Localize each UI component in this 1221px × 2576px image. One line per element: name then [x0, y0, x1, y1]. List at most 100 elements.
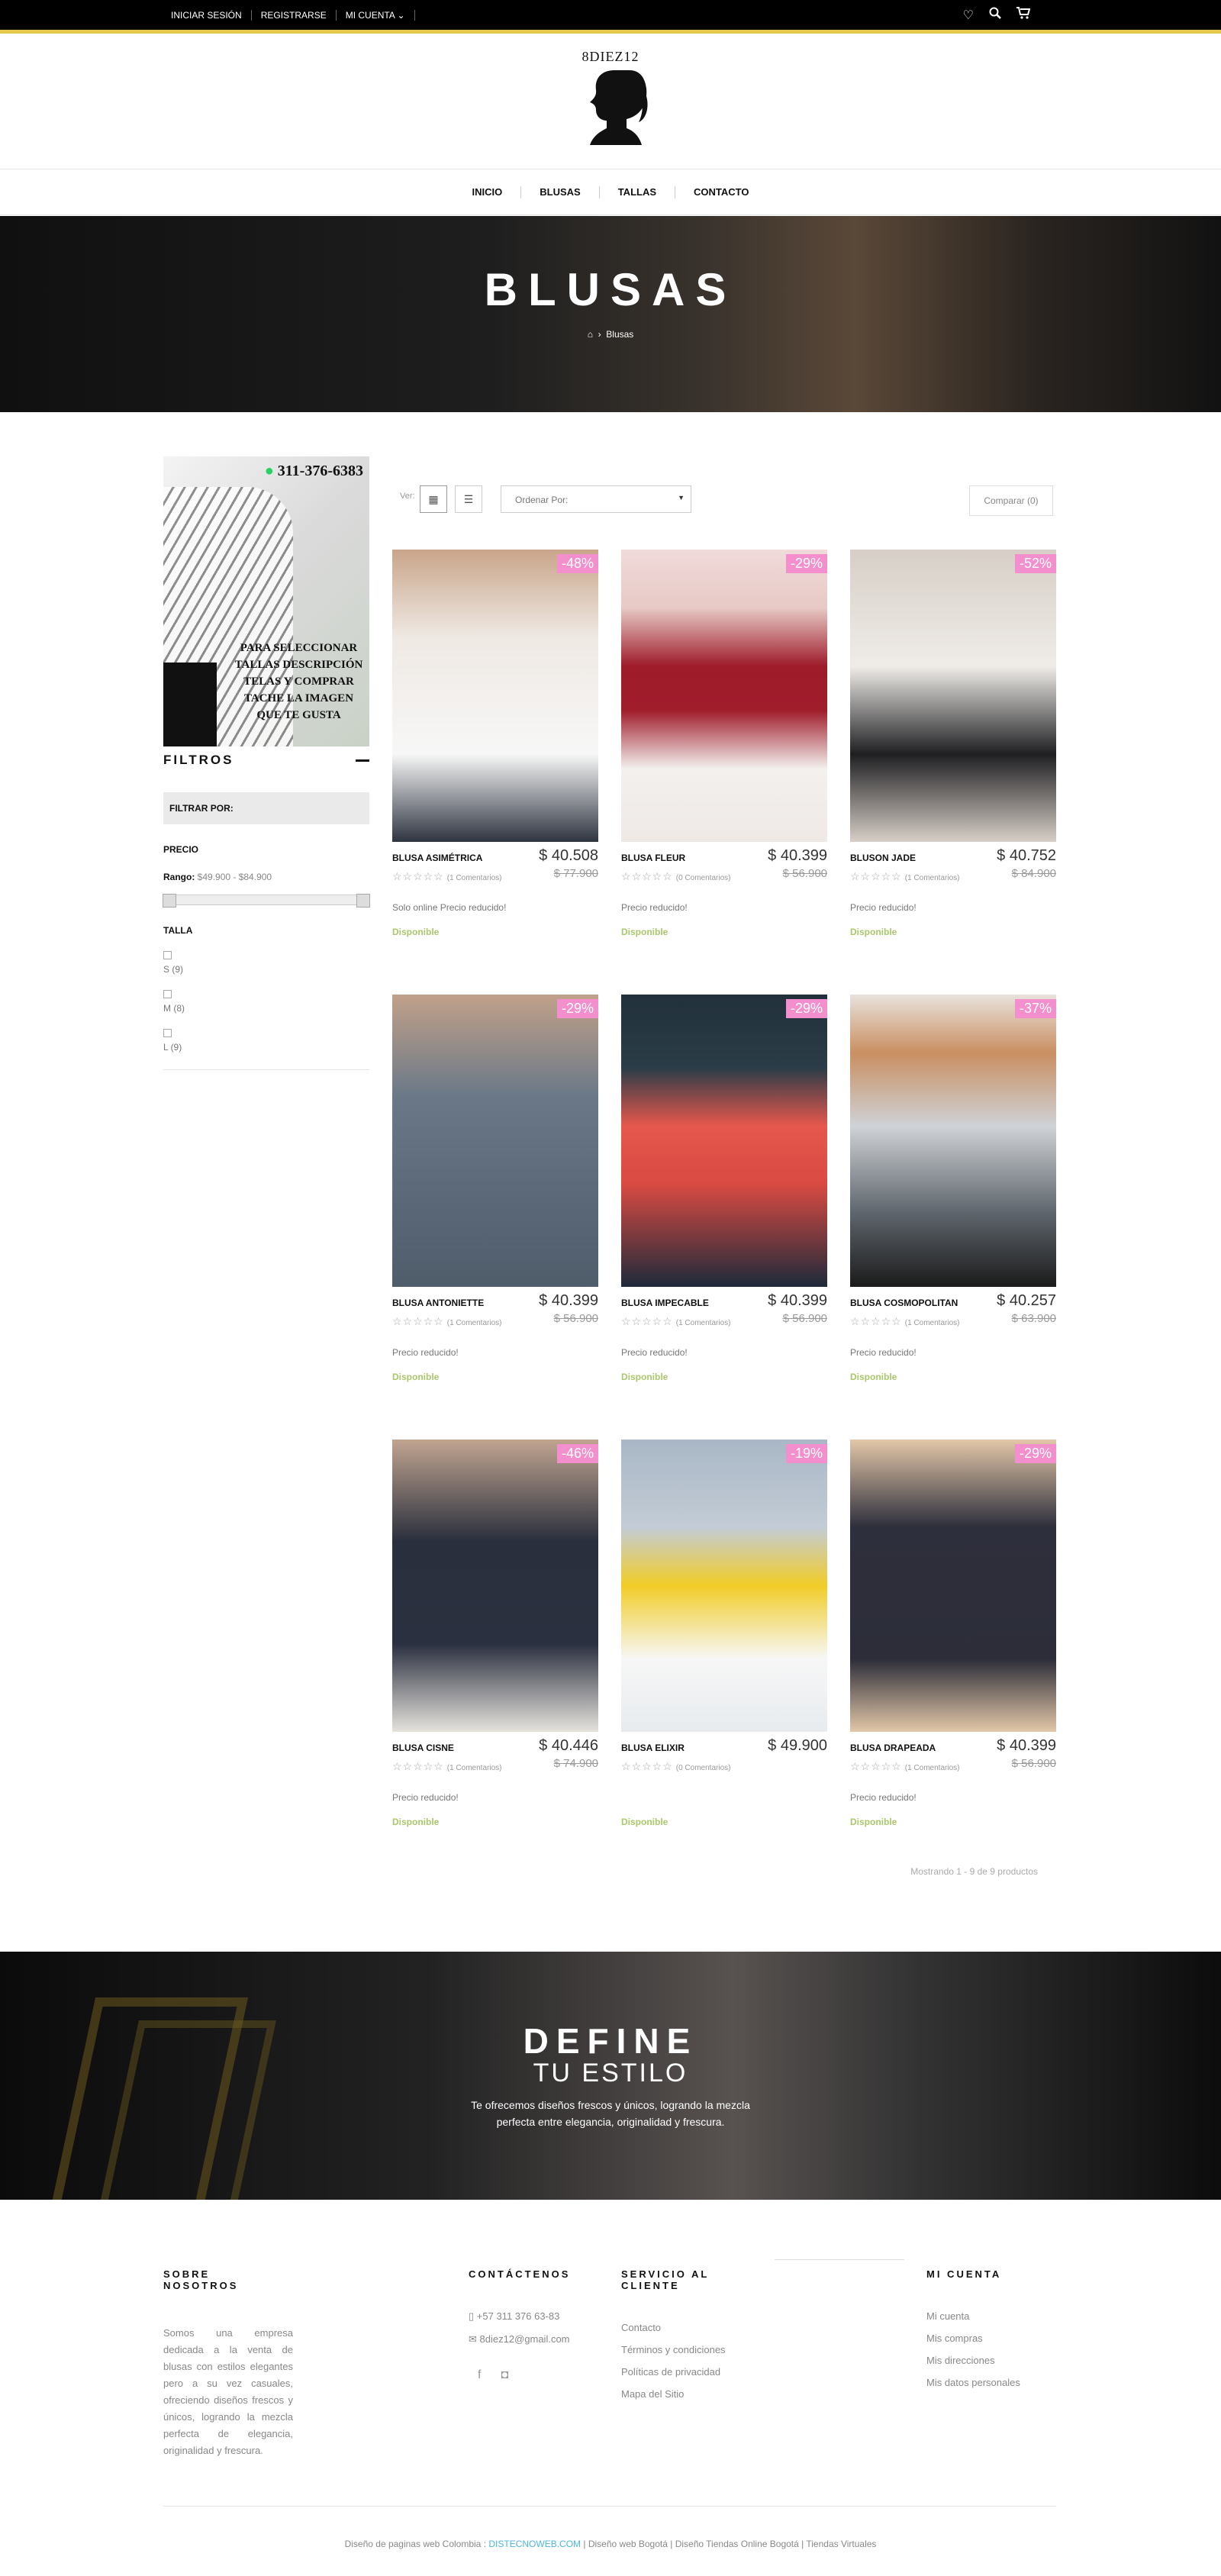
search-icon[interactable] [989, 7, 1001, 23]
product-name[interactable]: BLUSA ELIXIR [621, 1743, 685, 1753]
list-view-button[interactable]: ☰ [455, 485, 482, 513]
product-name[interactable]: BLUSA ANTONIETTE [392, 1298, 484, 1308]
rating-stars: ☆☆☆☆☆ (1 Comentarios) [392, 1760, 502, 1772]
footer-link-mi-cuenta[interactable]: Mi cuenta [926, 2310, 1064, 2322]
define-subtitle: TU ESTILO [533, 2059, 688, 2088]
product-image[interactable]: -52% [850, 550, 1056, 842]
sidebar: ● 311-376-6383 PARA SELECCIONAR TALLAS D… [163, 456, 370, 1070]
product-old-price: $ 56.900 [782, 1312, 827, 1325]
product-image[interactable]: -48% [392, 550, 598, 842]
collapse-icon[interactable] [356, 759, 369, 762]
product-old-price: $ 84.900 [1011, 867, 1056, 880]
product-description: Precio reducido! [621, 902, 688, 913]
login-link[interactable]: INICIAR SESIÓN [171, 9, 252, 21]
product-image[interactable]: -29% [621, 995, 827, 1287]
availability: Disponible [621, 1817, 668, 1827]
discount-badge: -37% [1014, 999, 1056, 1018]
product-name[interactable]: BLUSA IMPECABLE [621, 1298, 709, 1308]
breadcrumb-current: Blusas [606, 329, 634, 340]
footer-link-compras[interactable]: Mis compras [926, 2333, 1064, 2344]
product-image[interactable]: -46% [392, 1440, 598, 1732]
heart-icon[interactable]: ♡ [963, 8, 974, 23]
product-name[interactable]: BLUSA FLEUR [621, 853, 685, 863]
define-title: DEFINE [523, 2021, 698, 2061]
slider-max-handle[interactable] [356, 894, 370, 908]
nav-tallas[interactable]: TALLAS [600, 185, 676, 198]
product-image[interactable]: -19% [621, 1440, 827, 1732]
price-slider[interactable] [163, 894, 370, 908]
product-price: $ 40.399 [997, 1737, 1056, 1754]
product-price: $ 40.752 [997, 847, 1056, 864]
checkbox[interactable] [163, 1029, 172, 1037]
cart-icon[interactable] [1016, 7, 1031, 23]
product-image[interactable]: -29% [850, 1440, 1056, 1732]
size-option-l[interactable]: L (9) [163, 1029, 369, 1053]
product-card[interactable]: -29% BLUSA IMPECABLE $ 40.399 $ 56.900 ☆☆☆☆☆… [621, 995, 827, 1391]
product-card[interactable]: -48% BLUSA ASIMÉTRICA $ 40.508 $ 77.900 ☆☆☆☆… [392, 550, 598, 946]
home-icon[interactable]: ⌂ [588, 329, 593, 340]
product-card[interactable]: -29% BLUSA FLEUR $ 40.399 $ 56.900 ☆☆☆☆☆ (0 C… [621, 550, 827, 946]
discount-badge: -52% [1014, 554, 1056, 573]
grid-view-button[interactable]: ▦ [420, 485, 447, 513]
facebook-icon[interactable]: f [478, 2368, 481, 2382]
rating-stars: ☆☆☆☆☆ (1 Comentarios) [850, 1315, 960, 1327]
instagram-icon[interactable]: ◘ [501, 2368, 508, 2382]
rating-stars: ☆☆☆☆☆ (1 Comentarios) [392, 1315, 502, 1327]
nav-blusas[interactable]: BLUSAS [521, 185, 600, 198]
availability: Disponible [392, 1372, 440, 1382]
footer-email[interactable]: ✉ 8diez12@gmail.com [469, 2333, 606, 2345]
footer-service-title: SERVICIO AL CLIENTE [621, 2268, 710, 2291]
sort-select[interactable]: Ordenar Por: ▼ [501, 485, 691, 513]
product-image[interactable]: -29% [621, 550, 827, 842]
product-card[interactable]: -19% BLUSA ELIXIR $ 49.900 ☆☆☆☆☆ (0 Comentar… [621, 1440, 827, 1836]
footer-link-privacidad[interactable]: Políticas de privacidad [621, 2366, 759, 2378]
comments-count: (1 Comentarios) [904, 1764, 960, 1772]
product-card[interactable]: -52% BLUSON JADE $ 40.752 $ 84.900 ☆☆☆☆☆ (1 C… [850, 550, 1056, 946]
checkbox[interactable] [163, 951, 172, 959]
nav-contacto[interactable]: CONTACTO [675, 186, 767, 198]
footer-link-direcciones[interactable]: Mis direcciones [926, 2355, 1064, 2366]
availability: Disponible [621, 927, 668, 937]
size-option-s[interactable]: S (9) [163, 951, 369, 975]
filters-header[interactable]: FILTROS [163, 753, 369, 779]
product-card[interactable]: -37% BLUSA COSMOPOLITAN $ 40.257 $ 63.900 ☆☆… [850, 995, 1056, 1391]
discount-badge: -29% [785, 554, 827, 573]
product-card[interactable]: -29% BLUSA ANTONIETTE $ 40.399 $ 56.900 ☆☆☆☆… [392, 995, 598, 1391]
product-old-price: $ 63.900 [1011, 1312, 1056, 1325]
site-header: 8DIEZ12 [0, 34, 1221, 169]
social-links: f ◘ [469, 2368, 606, 2382]
product-name[interactable]: BLUSA COSMOPOLITAN [850, 1298, 958, 1308]
product-image[interactable]: -37% [850, 995, 1056, 1287]
footer-link-mapa[interactable]: Mapa del Sitio [621, 2388, 759, 2400]
footer-account: MI CUENTA Mi cuenta Mis compras Mis dire… [926, 2268, 1064, 2388]
view-label: Ver: [400, 492, 415, 501]
availability: Disponible [850, 927, 897, 937]
divider [163, 1069, 369, 1070]
product-old-price: $ 56.900 [782, 867, 827, 880]
register-link[interactable]: REGISTRARSE [252, 9, 337, 21]
distecnoweb-link[interactable]: DISTECNOWEB.COM [488, 2539, 581, 2549]
product-card[interactable]: -46% BLUSA CISNE $ 40.446 $ 74.900 ☆☆☆☆☆ (1 C… [392, 1440, 598, 1836]
nav-inicio[interactable]: INICIO [454, 185, 522, 198]
footer-link-datos[interactable]: Mis datos personales [926, 2377, 1064, 2388]
promo-banner[interactable]: ● 311-376-6383 PARA SELECCIONAR TALLAS D… [163, 456, 369, 746]
availability: Disponible [621, 1372, 668, 1382]
product-image[interactable]: -29% [392, 995, 598, 1287]
slider-min-handle[interactable] [163, 894, 176, 908]
page-title: BLUSAS [484, 264, 737, 315]
compare-button[interactable]: Comparar (0) [969, 485, 1053, 516]
product-name[interactable]: BLUSON JADE [850, 853, 916, 863]
account-menu[interactable]: MI CUENTA ⌄ [337, 9, 415, 21]
product-name[interactable]: BLUSA DRAPEADA [850, 1743, 936, 1753]
footer-link-contacto[interactable]: Contacto [621, 2322, 759, 2333]
footer-link-terminos[interactable]: Términos y condiciones [621, 2344, 759, 2355]
rating-stars: ☆☆☆☆☆ (0 Comentarios) [621, 1760, 731, 1772]
logo[interactable] [576, 64, 652, 156]
comments-count: (0 Comentarios) [675, 874, 731, 882]
product-name[interactable]: BLUSA ASIMÉTRICA [392, 853, 482, 863]
checkbox[interactable] [163, 990, 172, 998]
price-range: Rango: $49.900 - $84.900 [163, 872, 272, 882]
product-name[interactable]: BLUSA CISNE [392, 1743, 454, 1753]
product-card[interactable]: -29% BLUSA DRAPEADA $ 40.399 $ 56.900 ☆☆☆☆☆(… [850, 1440, 1056, 1836]
size-option-m[interactable]: M (8) [163, 990, 369, 1014]
